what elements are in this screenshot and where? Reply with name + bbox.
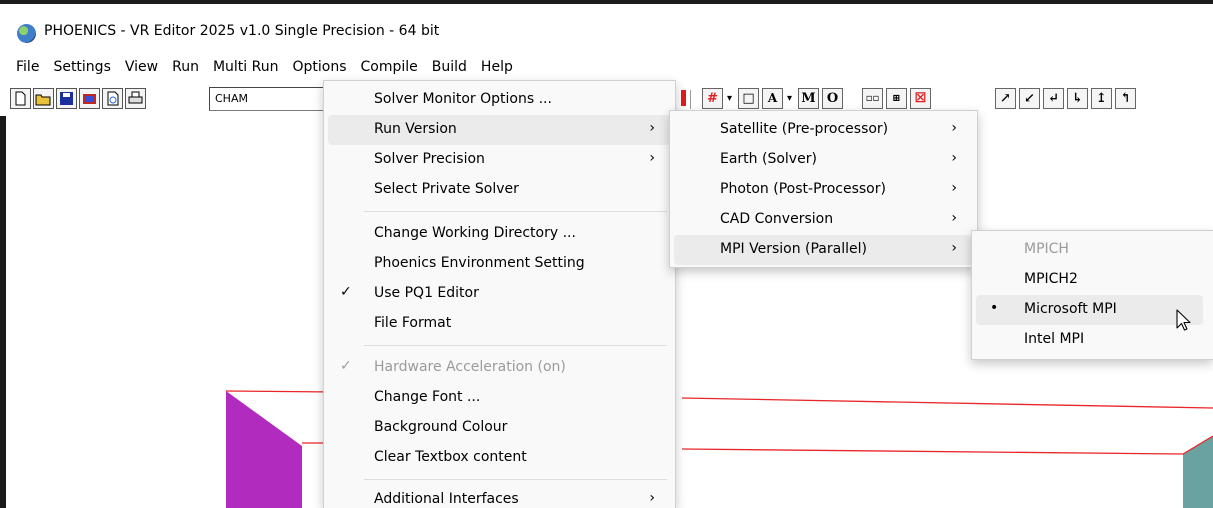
magenta-block — [226, 391, 302, 508]
menu-view[interactable]: View — [118, 55, 165, 80]
menu-item-background-colour[interactable]: Background Colour — [328, 413, 671, 443]
menu-bar: File Settings View Run Multi Run Options… — [0, 55, 1213, 80]
chevron-right-icon: › — [649, 120, 655, 136]
menu-item-select-private-solver[interactable]: Select Private Solver — [328, 175, 671, 205]
toolbar-separator — [690, 90, 691, 109]
menu-item-change-font[interactable]: Change Font ... — [328, 383, 671, 413]
menu-item-solver-precision[interactable]: Solver Precision › — [328, 145, 671, 175]
menu-item-change-working-directory[interactable]: Change Working Directory ... — [328, 219, 671, 249]
menu-multi-run[interactable]: Multi Run — [206, 55, 286, 80]
menu-item-mpich: MPICH — [1024, 241, 1069, 257]
menu-item-satellite[interactable]: Satellite (Pre-processor) › — [674, 115, 973, 145]
phoenics-app-icon — [17, 24, 36, 43]
menu-separator — [364, 211, 667, 212]
menu-item-earth[interactable]: Earth (Solver) › — [674, 145, 973, 175]
menu-item-cad-conversion[interactable]: CAD Conversion › — [674, 205, 973, 235]
menu-item-clear-textbox-content[interactable]: Clear Textbox content — [328, 443, 671, 473]
radio-bullet-icon: • — [990, 300, 999, 316]
run-version-submenu: Satellite (Pre-processor) › Earth (Solve… — [669, 110, 978, 268]
print-icon[interactable] — [125, 88, 146, 109]
menu-item-solver-monitor-options[interactable]: Solver Monitor Options ... — [328, 85, 671, 115]
menu-item-run-version[interactable]: Run Version › — [328, 115, 671, 145]
chevron-right-icon: › — [951, 150, 957, 166]
grid-icon[interactable]: # — [702, 88, 723, 109]
domain-outline-top — [225, 390, 337, 393]
mpi-submenu: MPICH MPICH2 • Microsoft MPI Intel MPI — [971, 230, 1213, 360]
domain-outline-top-right — [681, 397, 1213, 409]
menu-item-microsoft-mpi[interactable]: • Microsoft MPI — [976, 295, 1203, 325]
mesh-view-button[interactable]: M — [798, 88, 819, 109]
menu-settings[interactable]: Settings — [46, 55, 117, 80]
open-folder-icon[interactable] — [33, 88, 54, 109]
chevron-right-icon: › — [951, 180, 957, 196]
menu-item-hardware-acceleration: ✓ Hardware Acceleration (on) — [340, 358, 566, 375]
menu-item-mpich2[interactable]: MPICH2 — [976, 265, 1203, 295]
menu-item-photon[interactable]: Photon (Post-Processor) › — [674, 175, 973, 205]
case-name-field[interactable]: CHAM — [209, 87, 326, 111]
arrow-return-icon[interactable]: ↵ — [1043, 88, 1064, 109]
save-icon[interactable] — [56, 88, 77, 109]
menu-separator — [364, 479, 667, 480]
grid-dropdown-icon[interactable]: ▾ — [727, 93, 732, 104]
menu-build[interactable]: Build — [425, 55, 474, 80]
chevron-right-icon: › — [951, 210, 957, 226]
menu-help[interactable]: Help — [474, 55, 520, 80]
chevron-right-icon: › — [951, 120, 957, 136]
box-icon[interactable]: □ — [738, 88, 759, 109]
arrow-turn-right-icon[interactable]: ↳ — [1067, 88, 1088, 109]
window-title: PHOENICS - VR Editor 2025 v1.0 Single Pr… — [44, 23, 440, 39]
teal-block — [1183, 436, 1213, 508]
refresh-icon[interactable] — [102, 88, 123, 109]
checkmark-icon: ✓ — [340, 358, 352, 374]
menu-separator — [364, 345, 667, 346]
arrow-left-icon[interactable]: ↰ — [1115, 88, 1136, 109]
menu-item-file-format[interactable]: File Format — [328, 309, 671, 339]
menu-item-intel-mpi[interactable]: Intel MPI — [976, 325, 1203, 355]
object-view-button[interactable]: O — [822, 88, 843, 109]
arrow-ne-icon[interactable]: ↗ — [995, 88, 1016, 109]
menu-file[interactable]: File — [9, 55, 46, 80]
menu-compile[interactable]: Compile — [354, 55, 425, 80]
arrow-up-icon[interactable]: ↥ — [1091, 88, 1112, 109]
group-icon[interactable]: ⊞ — [886, 88, 907, 109]
checkmark-icon: ✓ — [340, 284, 352, 300]
chevron-right-icon: › — [649, 150, 655, 166]
text-icon[interactable]: A — [762, 88, 783, 109]
chevron-right-icon: › — [649, 490, 655, 506]
chevron-right-icon: › — [951, 240, 957, 256]
object-list-icon[interactable]: ▫▫ — [862, 88, 883, 109]
options-menu: Solver Monitor Options ... Run Version ›… — [323, 80, 676, 508]
menu-item-phoenics-environment-setting[interactable]: Phoenics Environment Setting — [328, 249, 671, 279]
new-file-icon[interactable] — [10, 88, 31, 109]
color-icon[interactable] — [681, 90, 686, 106]
menu-item-additional-interfaces[interactable]: Additional Interfaces › — [328, 485, 671, 508]
text-dropdown-icon[interactable]: ▾ — [787, 93, 792, 104]
menu-options[interactable]: Options — [285, 55, 353, 80]
mouse-pointer-icon — [1176, 309, 1192, 337]
title-bar: PHOENICS - VR Editor 2025 v1.0 Single Pr… — [0, 0, 1213, 58]
menu-item-use-pq1-editor[interactable]: ✓ Use PQ1 Editor — [328, 279, 671, 309]
delete-object-icon[interactable]: ☒ — [910, 88, 931, 109]
domain-outline-mid-right — [681, 435, 1213, 455]
model-icon[interactable] — [79, 88, 100, 109]
menu-item-mpi-version[interactable]: MPI Version (Parallel) › — [674, 235, 973, 265]
arrow-sw-icon[interactable]: ↙ — [1019, 88, 1040, 109]
menu-run[interactable]: Run — [165, 55, 206, 80]
